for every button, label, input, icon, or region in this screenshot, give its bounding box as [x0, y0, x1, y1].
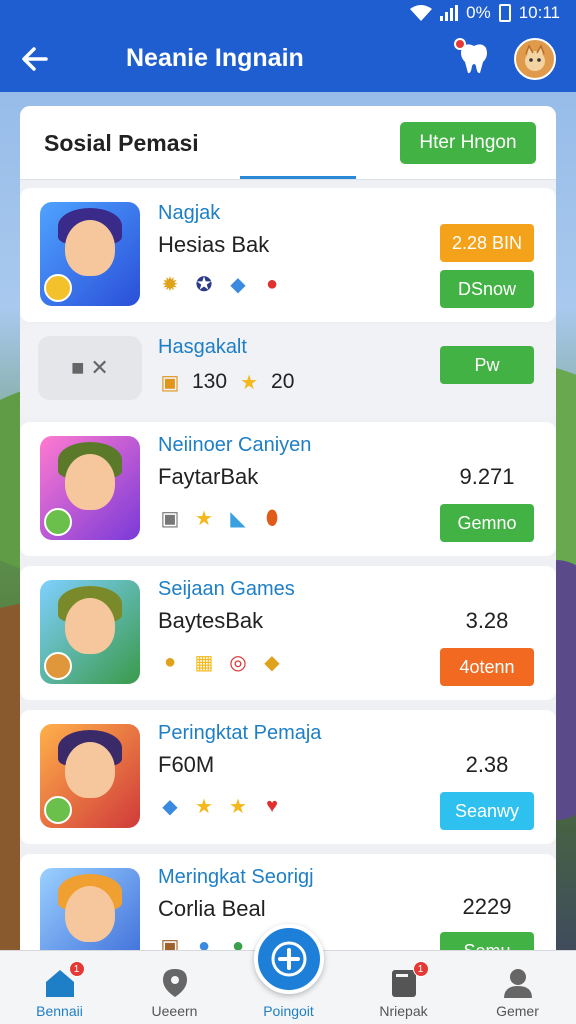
clock: 10:11: [518, 3, 560, 22]
panel-action-button[interactable]: Hter Hngon: [400, 122, 536, 164]
chest-count: 130: [192, 370, 228, 393]
reward-icons: ● ▦ ◎ ◆: [158, 650, 284, 674]
star-icon: ★: [229, 795, 247, 818]
gift-icon: ▦: [194, 651, 214, 674]
row-value: 2.38: [465, 752, 509, 777]
game-subtitle: F60M: [158, 752, 215, 777]
user-icon: [501, 967, 535, 999]
star-icon: ★: [240, 371, 259, 394]
row-action-button[interactable]: Pw: [440, 346, 534, 384]
nav-label: Nriepak: [379, 1003, 428, 1019]
nav-label: Gemer: [496, 1003, 539, 1019]
game-title: Seijaan Games: [158, 578, 295, 600]
battery-percent: 0%: [466, 3, 491, 22]
game-thumbnail: [40, 724, 140, 828]
nav-profile[interactable]: Gemer: [460, 951, 575, 1024]
game-subtitle: BaytesBak: [158, 608, 264, 633]
list-item[interactable]: ■ ✕ Hasgakalt ▣ 130 ★ 20 Pw: [20, 324, 556, 418]
value-badge: 2.28 BIN: [440, 224, 534, 262]
social-panel: Sosial Pemasi Hter Hngon Nagjak Hesias B…: [20, 106, 556, 976]
list-item[interactable]: Seijaan Games BaytesBak ● ▦ ◎ ◆ 3.28 4ot…: [20, 566, 556, 700]
list-item[interactable]: Neiinoer Caniyen FaytarBak ▣ ★ ◣ ⬮ 9.271…: [20, 422, 556, 556]
panel-header: Sosial Pemasi Hter Hngon: [20, 106, 556, 180]
row-action-button[interactable]: Gemno: [440, 504, 534, 542]
close-icon: ✕: [90, 355, 109, 380]
panel-title: Sosial Pemasi: [44, 130, 199, 156]
heart-icon: ♥: [266, 794, 278, 817]
star-count: 20: [271, 370, 295, 393]
reward-counts: ▣ 130 ★ 20: [158, 370, 295, 394]
status-bar: 0% 10:11: [0, 0, 576, 26]
reward-icons: ✹ ✪ ◆ ●: [158, 272, 284, 296]
nav-label: Poingoit: [263, 1003, 314, 1019]
book-icon: 1: [387, 961, 429, 999]
shield-icon: ●: [265, 272, 279, 295]
app-header: Neanie Ingnain: [0, 26, 576, 92]
game-subtitle: Corlia Beal: [158, 896, 266, 921]
row-value: 2229: [462, 894, 512, 919]
lock-icon: ■: [71, 355, 85, 380]
box-icon: ▣: [160, 507, 180, 530]
chest-icon: ▣: [160, 371, 180, 394]
wifi-icon: [410, 5, 433, 21]
wing-icon: ◣: [230, 507, 246, 530]
list-item[interactable]: Nagjak Hesias Bak ✹ ✪ ◆ ● 2.28 BIN DSnow: [20, 188, 556, 322]
reward-icons: ◆ ★ ★ ♥: [158, 794, 284, 818]
nav-badge: 1: [68, 961, 85, 977]
game-title: Peringktat Pemaja: [158, 722, 322, 744]
gem-stack-icon: ◆: [230, 273, 246, 296]
game-subtitle: FaytarBak: [158, 464, 259, 489]
row-value: 3.28: [465, 608, 509, 633]
gem-icon: ⬮: [265, 506, 279, 529]
avatar[interactable]: [514, 38, 556, 80]
coin-icon: ●: [163, 650, 177, 673]
row-action-button[interactable]: DSnow: [440, 270, 534, 308]
home-icon: 1: [43, 961, 85, 999]
battery-icon: [498, 4, 511, 22]
nav-badge: 1: [412, 961, 429, 977]
plus-icon: [271, 941, 307, 977]
nav-label: Bennaii: [36, 1003, 83, 1019]
game-thumbnail: [40, 436, 140, 540]
gem-stack-icon: ◆: [162, 795, 178, 818]
nav-home[interactable]: 1 Bennaii: [2, 951, 117, 1024]
arrow-left-icon: [22, 47, 48, 71]
nav-label: Ueeern: [151, 1003, 198, 1019]
game-title: Meringkat Seorigj: [158, 866, 314, 888]
compass-icon: ✪: [195, 273, 213, 296]
star-icon: ★: [195, 795, 213, 818]
nav-explore[interactable]: Ueeern: [117, 951, 232, 1024]
row-action-button[interactable]: Seanwy: [440, 792, 534, 830]
treasure-icon: ◆: [264, 651, 280, 674]
target-icon: ◎: [229, 651, 247, 674]
locked-thumbnail: ■ ✕: [38, 336, 142, 400]
tab-indicator: [240, 176, 356, 179]
nav-library[interactable]: 1 Nriepak: [346, 951, 461, 1024]
cat-avatar-icon: [525, 44, 545, 71]
game-title: Hasgakalt: [158, 336, 247, 358]
game-thumbnail: [40, 580, 140, 684]
game-subtitle: Hesias Bak: [158, 232, 270, 257]
map-pin-icon: [158, 967, 192, 999]
reward-icons: ▣ ★ ◣ ⬮: [158, 506, 284, 530]
add-fab-button[interactable]: [254, 924, 324, 994]
row-value: 9.271: [459, 464, 515, 489]
game-title: Neiinoer Caniyen: [158, 434, 312, 456]
gear-icon: ✹: [161, 273, 179, 296]
game-thumbnail: [40, 202, 140, 306]
star-icon: ★: [195, 507, 213, 530]
game-title: Nagjak: [158, 202, 221, 224]
notification-dot: [454, 38, 466, 50]
signal-icon: [440, 5, 459, 21]
list-item[interactable]: Peringktat Pemaja F60M ◆ ★ ★ ♥ 2.38 Sean…: [20, 710, 556, 844]
back-button[interactable]: [16, 40, 54, 78]
row-action-button[interactable]: 4otenn: [440, 648, 534, 686]
page-title: Neanie Ingnain: [126, 44, 304, 72]
